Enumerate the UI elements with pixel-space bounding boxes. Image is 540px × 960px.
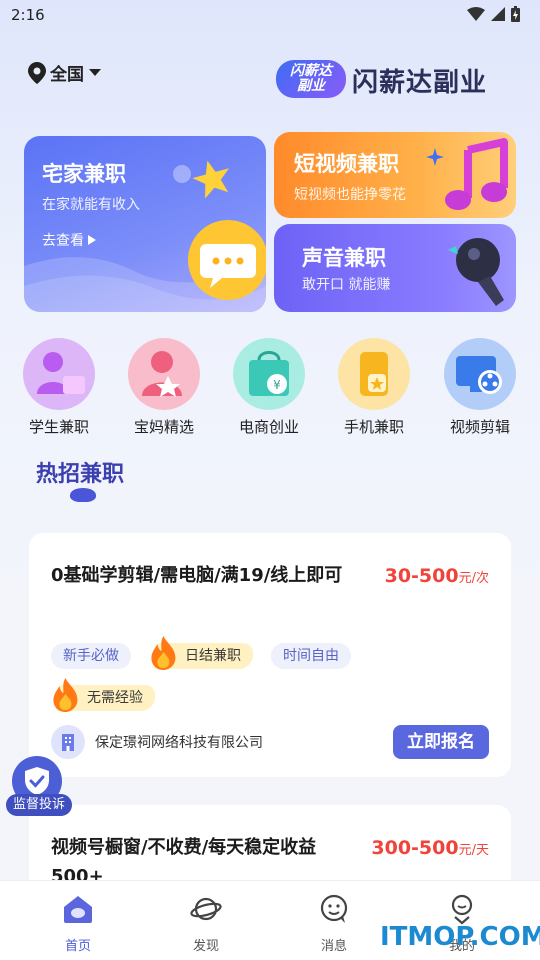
category-label: 学生兼职 <box>28 418 89 436</box>
chat-bubble-icon <box>188 220 266 300</box>
building-icon <box>51 725 85 759</box>
watermark: ITMOP.COM <box>380 922 540 952</box>
music-note-icon <box>445 138 508 210</box>
star-icon <box>192 160 230 198</box>
brand-name: 闪薪达副业 <box>352 68 488 98</box>
flame-icon <box>53 678 78 712</box>
brand-logo: 闪薪达 副业 闪薪达副业 <box>276 56 516 106</box>
job-salary: 30-500元/次 <box>385 565 489 587</box>
category-phone[interactable]: 手机兼职 <box>329 338 419 437</box>
svg-text:¥: ¥ <box>273 378 281 392</box>
flame-icon <box>151 636 176 670</box>
video-edit-icon <box>444 338 516 410</box>
card-home-link[interactable]: 去查看 <box>42 230 96 250</box>
card-home-title: 宅家兼职 <box>42 162 126 186</box>
mom-icon <box>128 338 200 410</box>
job-tag-hot: 日结兼职 <box>151 636 255 670</box>
job-title: 0基础学剪辑/需电脑/满19/线上即可 <box>51 565 343 586</box>
home-icon <box>64 896 92 923</box>
tab-messages[interactable]: 消息 <box>294 893 374 954</box>
card-short-video-job[interactable]: 短视频兼职 短视频也能挣零花 <box>274 132 516 218</box>
job-tag-hot: 无需经验 <box>53 678 157 712</box>
job-card[interactable]: 0基础学剪辑/需电脑/满19/线上即可 30-500元/次 新手必做 日结兼职 … <box>29 533 511 777</box>
company-info: 保定璟祠网络科技有限公司 <box>51 725 263 759</box>
status-time: 2:16 <box>11 6 45 24</box>
wifi-icon <box>467 7 485 21</box>
card-voice-job[interactable]: 声音兼职 敢开口 就能赚 <box>274 224 516 312</box>
card-home-link-label: 去查看 <box>42 233 84 249</box>
tab-label: 首页 <box>64 939 91 954</box>
category-label: 手机兼职 <box>343 418 404 436</box>
job-salary-value: 30-500 <box>384 565 459 587</box>
category-mom[interactable]: 宝妈精选 <box>119 338 209 437</box>
job-salary-unit: 元/次 <box>458 571 489 586</box>
job-salary-value: 300-500 <box>371 837 459 859</box>
category-label: 宝妈精选 <box>133 418 194 436</box>
job-tag-label: 日结兼职 <box>185 648 241 664</box>
job-tag: 新手必做 <box>51 643 131 669</box>
signal-icon <box>491 7 505 21</box>
job-tag-label: 无需经验 <box>87 690 143 706</box>
brand-badge-line2: 副业 <box>297 78 325 94</box>
sparkle-icon <box>426 148 444 166</box>
card-home-subtitle: 在家就能有收入 <box>42 197 140 213</box>
complaint-label: 监督投诉 <box>6 794 72 816</box>
student-icon <box>23 338 95 410</box>
triangle-right-icon <box>88 235 96 245</box>
section-underline-decoration <box>70 488 96 502</box>
tab-discover[interactable]: 发现 <box>166 893 246 954</box>
shopping-bag-icon: ¥ <box>233 338 305 410</box>
category-video-edit[interactable]: 视频剪辑 <box>435 338 525 437</box>
brand-badge-line1: 闪薪达 <box>290 63 332 79</box>
caret-down-icon <box>89 68 101 76</box>
card-voice-title: 声音兼职 <box>302 246 386 270</box>
section-title: 热招兼职 <box>36 462 125 487</box>
status-bar: 2:16 <box>0 0 540 34</box>
microphone-icon <box>448 238 504 306</box>
card-video-subtitle: 短视频也能挣零花 <box>294 187 406 203</box>
card-home-job[interactable]: 宅家兼职 在家就能有收入 去查看 <box>24 136 266 312</box>
category-label: 视频剪辑 <box>449 418 510 436</box>
job-salary: 300-500元/天 <box>371 837 489 859</box>
location-label: 全国 <box>50 65 84 85</box>
card-voice-subtitle: 敢开口 就能赚 <box>302 277 391 293</box>
job-tag: 时间自由 <box>271 643 351 669</box>
tab-home[interactable]: 首页 <box>38 893 118 954</box>
person-icon <box>451 894 473 925</box>
phone-icon <box>338 338 410 410</box>
card-video-title: 短视频兼职 <box>294 152 399 176</box>
brand-badge: 闪薪达 副业 <box>276 60 346 98</box>
battery-icon <box>511 6 520 22</box>
category-label: 电商创业 <box>238 418 299 436</box>
job-salary-unit: 元/天 <box>458 843 489 858</box>
category-ecommerce[interactable]: ¥ 电商创业 <box>224 338 314 437</box>
tab-label: 发现 <box>192 939 219 954</box>
status-icons <box>467 6 520 22</box>
planet-icon <box>190 897 222 921</box>
location-pin-icon <box>28 61 46 84</box>
apply-button[interactable]: 立即报名 <box>393 725 489 759</box>
chat-face-icon <box>320 894 348 923</box>
category-row: 学生兼职 宝妈精选 ¥ 电商创业 手机兼职 视频剪辑 <box>0 338 540 438</box>
category-student[interactable]: 学生兼职 <box>14 338 104 437</box>
tab-label: 消息 <box>320 939 347 954</box>
location-selector[interactable]: 全国 <box>28 60 102 85</box>
complaint-button[interactable]: 监督投诉 <box>6 756 72 818</box>
company-name: 保定璟祠网络科技有限公司 <box>95 735 263 751</box>
